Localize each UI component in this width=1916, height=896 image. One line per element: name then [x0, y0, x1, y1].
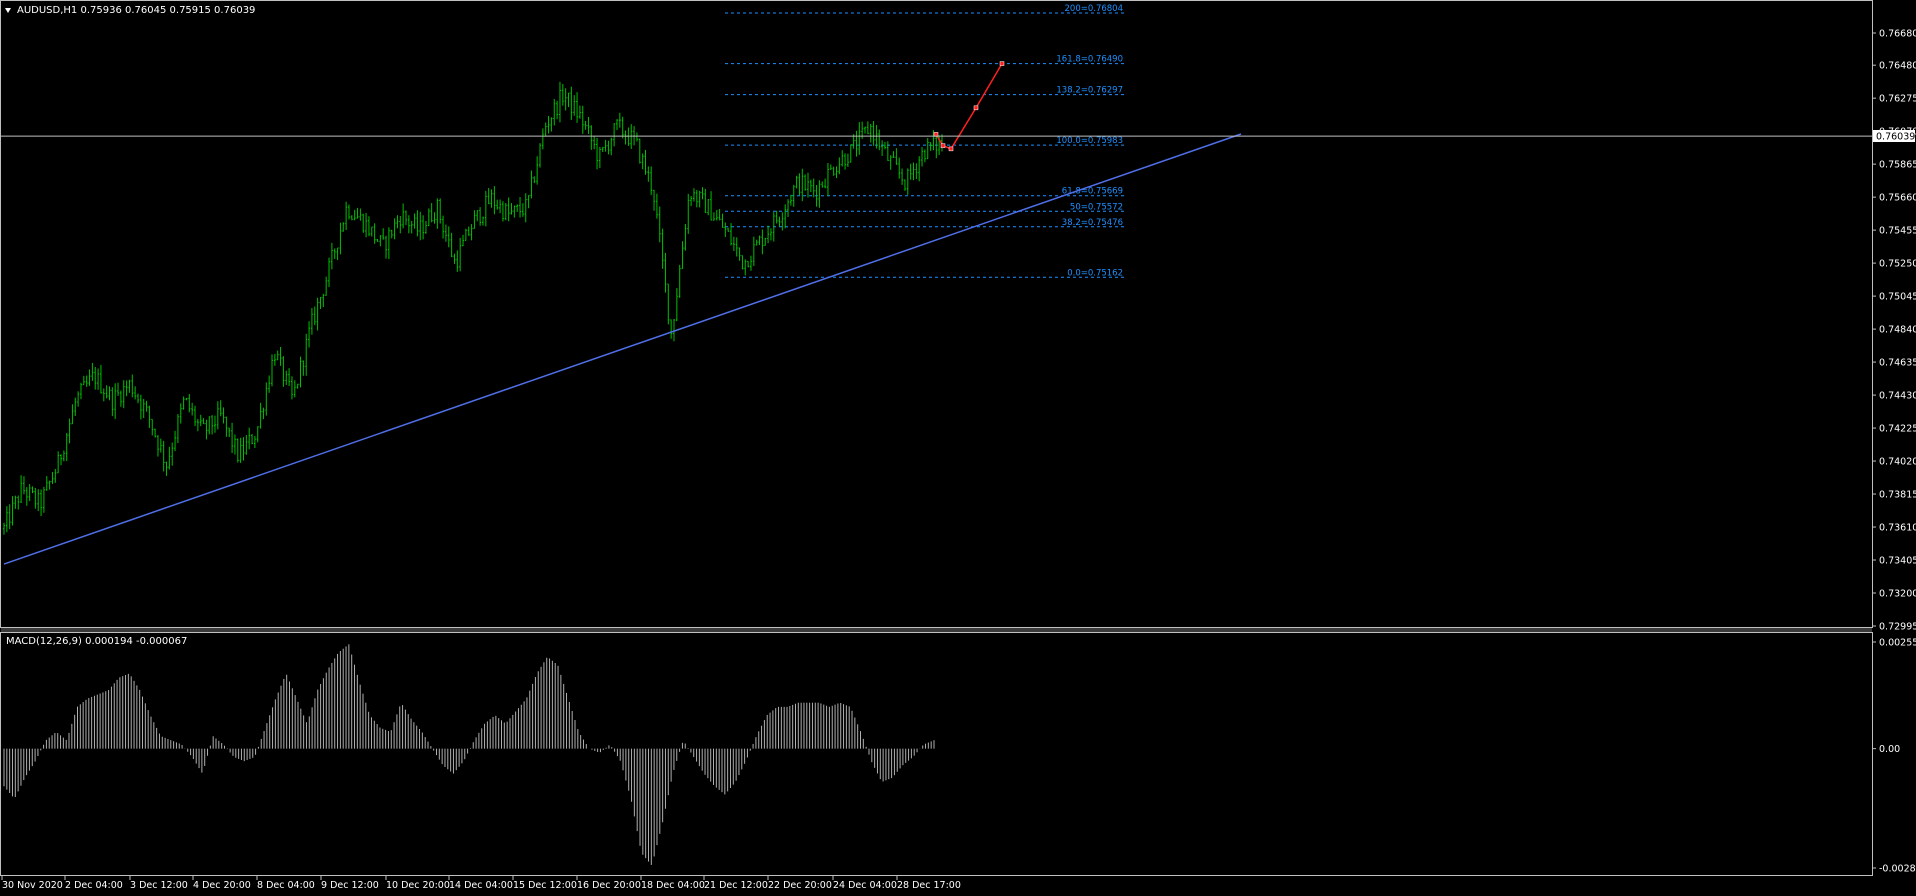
projection-point[interactable] — [999, 61, 1005, 66]
fibo-level-label: 0.0=0.75162 — [1067, 268, 1123, 278]
time-label: 28 Dec 17:00 — [897, 880, 961, 891]
macd-tick-label: 0.00 — [1879, 744, 1900, 755]
price-axis[interactable]: 0.766800.764800.762750.760700.758650.756… — [1872, 29, 1916, 633]
triangle-down-icon[interactable] — [5, 8, 11, 13]
price-tick-label: 0.73815 — [1879, 490, 1916, 501]
projection-point[interactable] — [948, 146, 954, 152]
trendline-layer[interactable] — [3, 133, 1242, 565]
price-tick-label: 0.75045 — [1879, 292, 1916, 303]
price-tick-label: 0.74430 — [1879, 391, 1916, 402]
time-label: 18 Dec 04:00 — [641, 880, 705, 891]
price-tick-label: 0.74225 — [1879, 424, 1916, 435]
price-tick-label: 0.76680 — [1879, 29, 1916, 40]
price-tick-label: 0.75455 — [1879, 226, 1916, 237]
fibo-level-label: 61.8=0.75669 — [1062, 187, 1123, 197]
price-tick-label: 0.73405 — [1879, 556, 1916, 567]
price-tick-label: 0.75865 — [1879, 160, 1916, 171]
trendline[interactable] — [3, 133, 1242, 565]
price-tick-label: 0.74840 — [1879, 325, 1916, 336]
price-tick-label: 0.76480 — [1879, 61, 1916, 72]
time-label: 24 Dec 04:00 — [833, 880, 897, 891]
price-tick-label: 0.74020 — [1879, 457, 1916, 468]
price-tick-label: 0.74635 — [1879, 358, 1916, 369]
time-label: 2 Dec 04:00 — [65, 880, 123, 891]
fibo-level-label: 100.0=0.75983 — [1056, 136, 1123, 146]
chart-canvas[interactable]: 200=0.76804 161.8=0.76490 138.2=0.76297 100… — [0, 0, 1916, 896]
fibo-level-label: 38.2=0.75476 — [1062, 218, 1123, 228]
price-tick-label: 0.76275 — [1879, 94, 1916, 105]
price-projection[interactable] — [933, 61, 1005, 152]
macd-axis[interactable]: 0.002553 0.00 -0.002858 — [1872, 638, 1916, 875]
price-tick-label: 0.75250 — [1879, 259, 1916, 270]
price-tick-label: 0.75660 — [1879, 193, 1916, 204]
time-label: 16 Dec 20:00 — [577, 880, 641, 891]
projection-point[interactable] — [940, 143, 946, 148]
price-tick-label: 0.72995 — [1879, 622, 1916, 633]
time-label: 15 Dec 12:00 — [513, 880, 577, 891]
price-tick-label: 0.73610 — [1879, 523, 1916, 534]
fibo-level-label: 50=0.75572 — [1070, 202, 1123, 212]
fibo-level-label: 161.8=0.76490 — [1056, 55, 1123, 65]
current-price-label: 0.76039 — [1876, 132, 1915, 143]
macd-histogram — [3, 644, 935, 865]
macd-tick-label: 0.002553 — [1879, 638, 1916, 649]
macd-label: MACD(12,26,9) 0.000194 -0.000067 — [6, 636, 187, 647]
fibo-level-label: 138.2=0.76297 — [1056, 86, 1123, 96]
time-label: 21 Dec 12:00 — [704, 880, 768, 891]
time-label: 9 Dec 12:00 — [321, 880, 379, 891]
fibo-level-label: 200=0.76804 — [1065, 4, 1124, 14]
panel-splitter[interactable] — [1, 628, 1872, 632]
projection-point[interactable] — [973, 105, 979, 111]
price-tick-label: 0.73200 — [1879, 589, 1916, 600]
time-label: 22 Dec 20:00 — [768, 880, 832, 891]
time-axis[interactable]: 30 Nov 2020 2 Dec 04:00 3 Dec 12:00 4 Dec 2… — [1, 876, 961, 891]
price-bars — [3, 81, 943, 535]
fibonacci-extension[interactable]: 200=0.76804 161.8=0.76490 138.2=0.76297 100… — [725, 4, 1124, 278]
time-label: 3 Dec 12:00 — [130, 880, 188, 891]
macd-panel-frame — [0, 632, 1873, 876]
time-label: 30 Nov 2020 — [2, 880, 63, 891]
time-label: 14 Dec 04:00 — [449, 880, 513, 891]
chart-header: AUDUSD,H1 0.75936 0.76045 0.75915 0.7603… — [5, 5, 255, 16]
symbol-header: AUDUSD,H1 0.75936 0.76045 0.75915 0.7603… — [17, 5, 255, 16]
time-label: 8 Dec 04:00 — [257, 880, 315, 891]
current-price-tag: 0.76039 — [1873, 130, 1915, 143]
time-label: 4 Dec 20:00 — [193, 880, 251, 891]
macd-tick-label: -0.002858 — [1879, 864, 1916, 875]
trading-chart-window: 200=0.76804 161.8=0.76490 138.2=0.76297 100… — [0, 0, 1916, 896]
time-label: 10 Dec 20:00 — [386, 880, 450, 891]
